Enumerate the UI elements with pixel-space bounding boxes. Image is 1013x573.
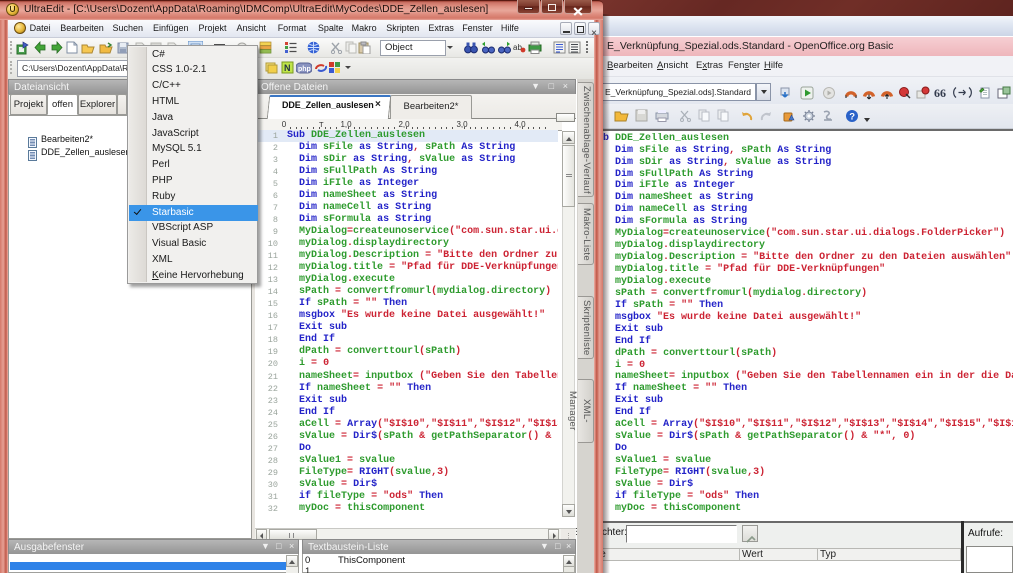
svg-text:php: php (298, 66, 311, 73)
svg-text:?: ? (849, 111, 855, 122)
svg-text:66: 66 (934, 86, 946, 99)
svg-text:N: N (284, 63, 291, 73)
